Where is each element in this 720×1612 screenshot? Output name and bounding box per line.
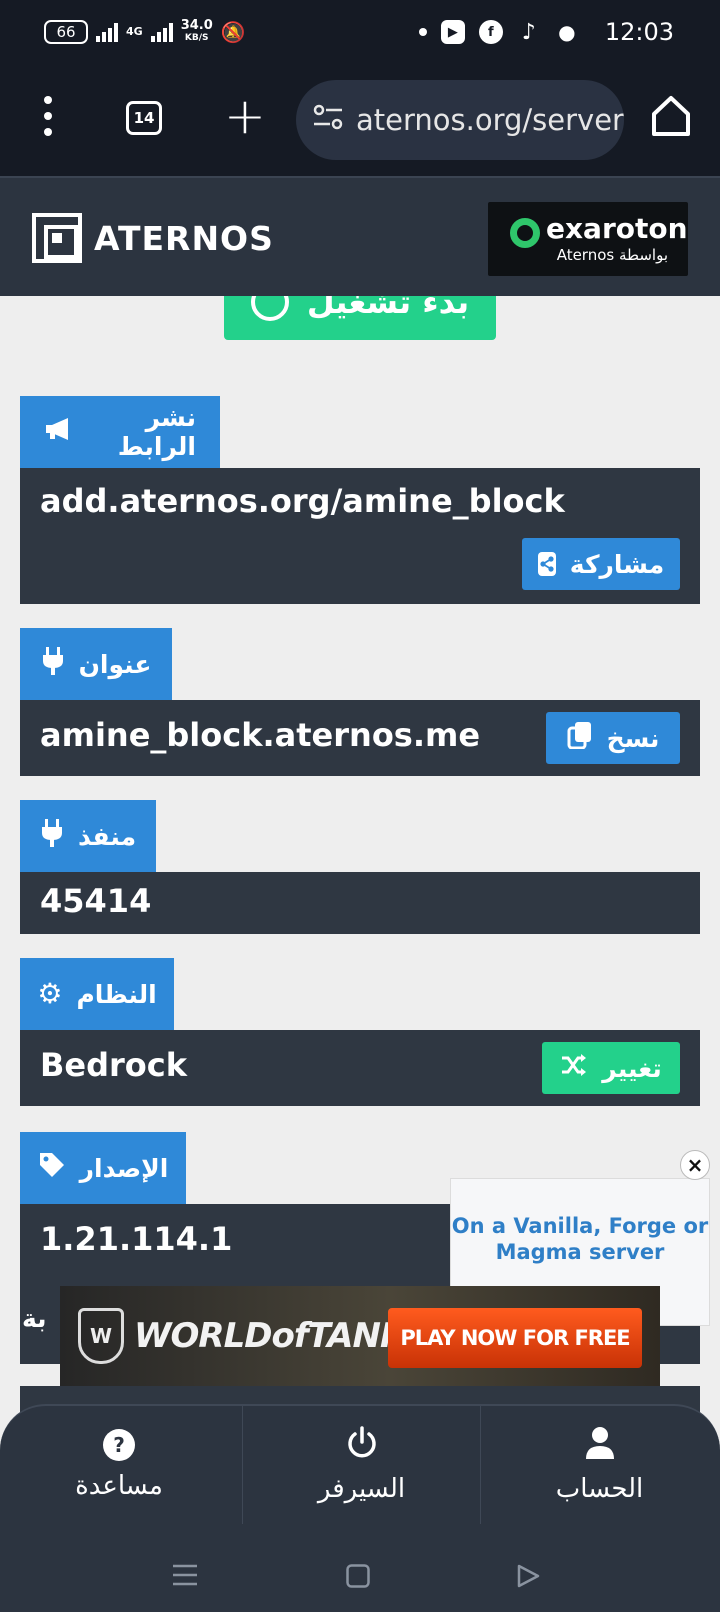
share-button[interactable]: مشاركة [522,538,680,590]
tag-label: منفذ [77,821,137,851]
change-button-label: تغيير [602,1053,662,1083]
power-circle-icon [250,296,289,321]
share-icon [537,552,556,576]
chat-bubble-icon: ● [558,20,576,44]
shuffle-icon [560,1053,588,1083]
wot-emblem-icon: W [78,1308,124,1364]
nav-help-label: مساعدة [75,1471,163,1501]
start-server-button[interactable]: بدء تشغيل [224,296,496,340]
copy-icon [567,721,593,755]
network-speed: 34.0 KB/S [180,18,213,44]
share-link-panel: add.aternos.org/amine_block مشاركة [20,468,700,604]
side-ad-text: On a Vanilla, Forge or Magma server [451,1214,709,1264]
nav-help[interactable]: ? مساعدة [0,1406,238,1524]
tag-label: الإصدار [79,1153,169,1183]
bell-muted-icon: 🔕 [220,20,246,44]
copy-button-label: نسخ [606,723,660,753]
exaroton-logo-icon [510,218,540,248]
address-panel: amine_block.aternos.me نسخ [20,700,700,776]
site-header: ATERNOS exaroton Aternos بواسطة [0,176,720,296]
tag-share-link: نشر الرابط [20,396,220,468]
tag-system: النظام ⚙ [20,958,174,1030]
tag-port: منفذ [20,800,156,872]
nav-account[interactable]: الحساب [480,1406,718,1524]
more-options-icon[interactable] [38,96,58,136]
browser-toolbar: 14 + aternos.org/server/ [0,66,720,176]
tag-label: النظام [76,979,157,1009]
close-ad-button[interactable]: × [680,1150,710,1180]
system-navigation [0,1524,720,1612]
recents-icon[interactable] [172,1564,198,1590]
partner-sub: Aternos بواسطة [556,246,668,264]
network-speed-value: 34.0 [180,18,213,33]
youtube-icon: ▶ [440,20,465,44]
tab-switcher-button[interactable]: 14 [126,101,162,135]
help-icon: ? [103,1429,135,1461]
tag-label: عنوان [78,649,152,679]
banner-ad[interactable]: W WORLDofTANKS PLAY NOW FOR FREE [60,1286,660,1386]
plug-icon [41,646,65,682]
new-tab-icon[interactable]: + [224,88,266,144]
tag-icon [38,1151,66,1185]
gears-icon: ⚙ [37,977,63,1010]
megaphone-icon [44,417,74,447]
port-panel: 45414 [20,872,700,934]
signal-icon-secondary [150,22,173,42]
nav-server-label: السيرفر [317,1474,406,1504]
address-bar[interactable]: aternos.org/server/ [296,80,624,160]
system-panel: Bedrock تغيير [20,1030,700,1106]
nav-account-label: الحساب [555,1474,644,1504]
partner-name: exaroton [546,212,688,245]
tiktok-icon: ♪ [521,19,536,45]
site-settings-icon[interactable] [312,103,344,137]
copy-button[interactable]: نسخ [546,712,680,764]
share-link-value: add.aternos.org/amine_block [40,482,565,520]
battery-indicator: 66 [44,20,88,44]
exaroton-badge[interactable]: exaroton Aternos بواسطة [488,202,688,276]
banner-cta-button[interactable]: PLAY NOW FOR FREE [388,1308,642,1368]
url-text[interactable]: aternos.org/server/ [356,103,624,137]
tag-label: نشر الرابط [117,403,196,461]
partial-text: بة [22,1304,47,1333]
signal-icon [96,22,118,42]
bottom-nav: ? مساعدة السيرفر الحساب [0,1404,720,1612]
notification-dot-icon [418,28,427,36]
system-value: Bedrock [40,1046,188,1084]
aternos-logo[interactable]: ATERNOS [32,213,274,263]
power-icon [345,1426,379,1464]
share-button-label: مشاركة [569,549,665,579]
home-nav-icon[interactable] [346,1564,370,1592]
network-speed-unit: KB/S [184,33,209,43]
tag-version: الإصدار [20,1132,186,1204]
plug-icon [40,818,64,854]
facebook-icon: f [478,20,503,44]
start-label: بدء تشغيل [306,296,470,321]
aternos-logo-icon [32,213,82,263]
user-icon [585,1426,615,1464]
clock: 12:03 [604,18,674,46]
logo-text: ATERNOS [94,218,274,258]
status-bar: 66 4G 34.0 KB/S 🔕 ▶ f ♪ ● 12:03 [0,0,720,66]
port-value: 45414 [40,882,152,920]
network-type: 4G [126,25,143,38]
nav-server[interactable]: السيرفر [242,1406,480,1524]
address-value: amine_block.aternos.me [40,716,481,754]
back-icon[interactable] [516,1564,540,1592]
home-icon[interactable] [650,94,692,140]
version-value: 1.21.114.1 [40,1220,233,1258]
change-system-button[interactable]: تغيير [542,1042,680,1094]
tag-address: عنوان [20,628,172,700]
banner-title: WORLDofTANKS [134,1316,430,1356]
